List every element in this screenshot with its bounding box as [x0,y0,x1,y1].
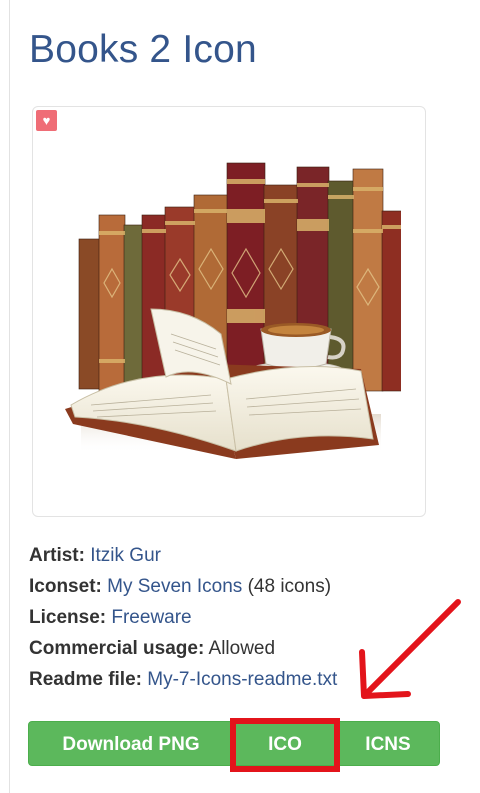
red-arrow-annotation [359,599,461,699]
readme-row: Readme file: My-7-Icons-readme.txt [29,664,337,695]
icon-preview-card: ♥ [32,106,426,517]
license-row: License: Freeware [29,602,337,633]
commercial-usage-value: Allowed [208,638,276,659]
artist-label: Artist: [29,545,85,566]
license-label: License: [29,607,107,628]
artist-link[interactable]: Itzik Gur [90,545,161,566]
artist-row: Artist: Itzik Gur [29,540,337,571]
readme-label: Readme file: [29,669,142,690]
commercial-usage-label: Commercial usage: [29,638,205,659]
readme-link[interactable]: My-7-Icons-readme.txt [147,669,337,690]
iconset-count: (48 icons) [247,576,332,597]
icon-details: Artist: Itzik Gur Iconset: My Seven Icon… [29,540,337,695]
download-icns-button[interactable]: ICNS [336,721,440,766]
page-title: Books 2 Icon [29,28,257,71]
books-icon-image [65,162,401,459]
download-png-button[interactable]: Download PNG [28,721,234,766]
iconset-link[interactable]: My Seven Icons [107,576,242,597]
heart-icon[interactable]: ♥ [36,110,57,131]
commercial-usage-row: Commercial usage: Allowed [29,633,337,664]
left-divider [9,0,10,793]
iconset-label: Iconset: [29,576,102,597]
ico-highlight-box [230,718,340,772]
iconset-row: Iconset: My Seven Icons (48 icons) [29,571,337,602]
license-link[interactable]: Freeware [111,607,191,628]
